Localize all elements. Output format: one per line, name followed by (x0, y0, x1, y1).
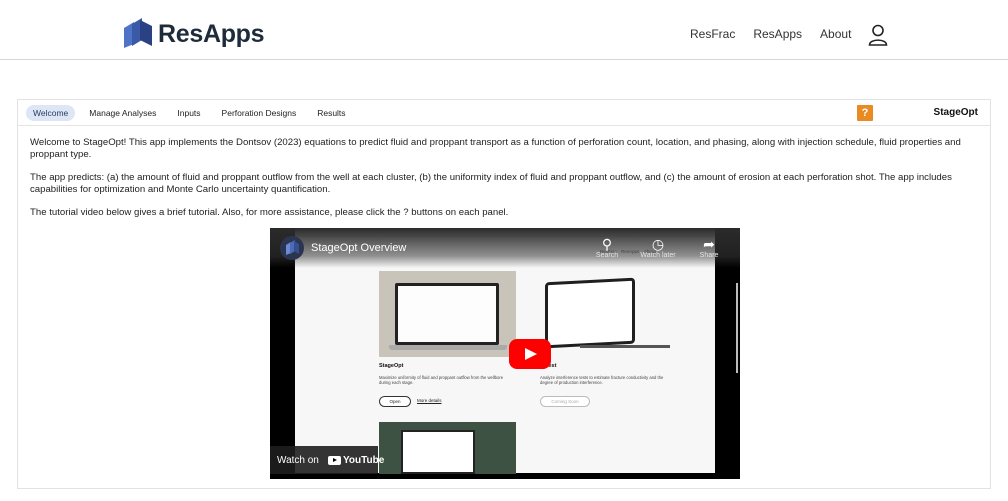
watch-on-label: Watch on (277, 455, 319, 466)
search-icon: ⚲ (601, 236, 613, 252)
tablet-image (545, 277, 635, 349)
search-label: Search (595, 252, 619, 259)
site-header: ResApps ResFrac ResApps About (0, 0, 1008, 60)
youtube-icon (328, 456, 341, 465)
card-stageopt-text: Maximize uniformity of fluid and proppan… (379, 375, 504, 385)
tab-manage-analyses[interactable]: Manage Analyses (82, 105, 163, 121)
welcome-text: Welcome to StageOpt! This app implements… (18, 126, 990, 219)
video-scrollbar (736, 283, 738, 373)
nav-about[interactable]: About (820, 27, 851, 41)
share-label: Share (699, 252, 719, 259)
tab-results[interactable]: Results (310, 105, 352, 121)
top-nav: ResFrac ResApps About (690, 27, 869, 41)
resapps-logo[interactable]: ResApps (122, 17, 265, 51)
youtube-label: YouTube (343, 455, 385, 466)
help-button[interactable]: ? (857, 105, 873, 121)
channel-logo-icon (286, 240, 299, 255)
card-stageopt-title: StageOpt (379, 363, 404, 369)
tablet-base (580, 345, 670, 348)
watch-later-label: Watch later (640, 252, 676, 259)
paragraph-tutorial: The tutorial video below gives a brief t… (30, 207, 509, 218)
watch-on-youtube[interactable]: Watch on YouTube (270, 446, 384, 474)
card-test-text: Analyze interference tests to estimate f… (540, 375, 664, 385)
card-coming-soon-button: Coming Soon (540, 396, 590, 407)
tab-bar: Welcome Manage Analyses Inputs Perforati… (18, 100, 990, 126)
search-control[interactable]: ⚲ Search (589, 236, 625, 259)
app-name: StageOpt (933, 107, 978, 118)
card-more-details-link: More details (417, 398, 442, 403)
nav-resapps[interactable]: ResApps (753, 27, 802, 41)
nav-resfrac[interactable]: ResFrac (690, 27, 735, 41)
watch-later-control[interactable]: ◷ Watch later (640, 236, 676, 259)
tab-perforation-designs[interactable]: Perforation Designs (215, 105, 304, 121)
logo-text: ResApps (158, 19, 265, 48)
clock-icon: ◷ (651, 236, 665, 252)
share-icon: ➦ (703, 236, 715, 252)
tab-inputs[interactable]: Inputs (170, 105, 207, 121)
card-bottom-image (379, 422, 516, 474)
card-open-button: Open (379, 396, 411, 407)
tutorial-video[interactable]: ResFrac ResApps About StageOpt Maximize … (270, 228, 740, 479)
play-button[interactable] (509, 339, 551, 369)
channel-icon[interactable] (280, 236, 304, 260)
paragraph-predicts: The app predicts: (a) the amount of flui… (30, 172, 952, 195)
laptop-base (389, 345, 507, 350)
app-card: Welcome Manage Analyses Inputs Perforati… (17, 99, 991, 489)
resapps-logo-icon (124, 18, 152, 48)
tab-welcome[interactable]: Welcome (26, 104, 76, 121)
share-control[interactable]: ➦ Share (691, 236, 727, 259)
stageopt-card-image (379, 271, 516, 357)
video-top-overlay: StageOpt Overview ⚲ Search ◷ Watch later… (270, 228, 740, 268)
laptop-screen (395, 283, 499, 345)
video-title[interactable]: StageOpt Overview (311, 242, 406, 254)
bottom-screen (401, 430, 475, 474)
user-icon[interactable] (868, 24, 888, 46)
paragraph-intro: Welcome to StageOpt! This app implements… (30, 137, 961, 160)
